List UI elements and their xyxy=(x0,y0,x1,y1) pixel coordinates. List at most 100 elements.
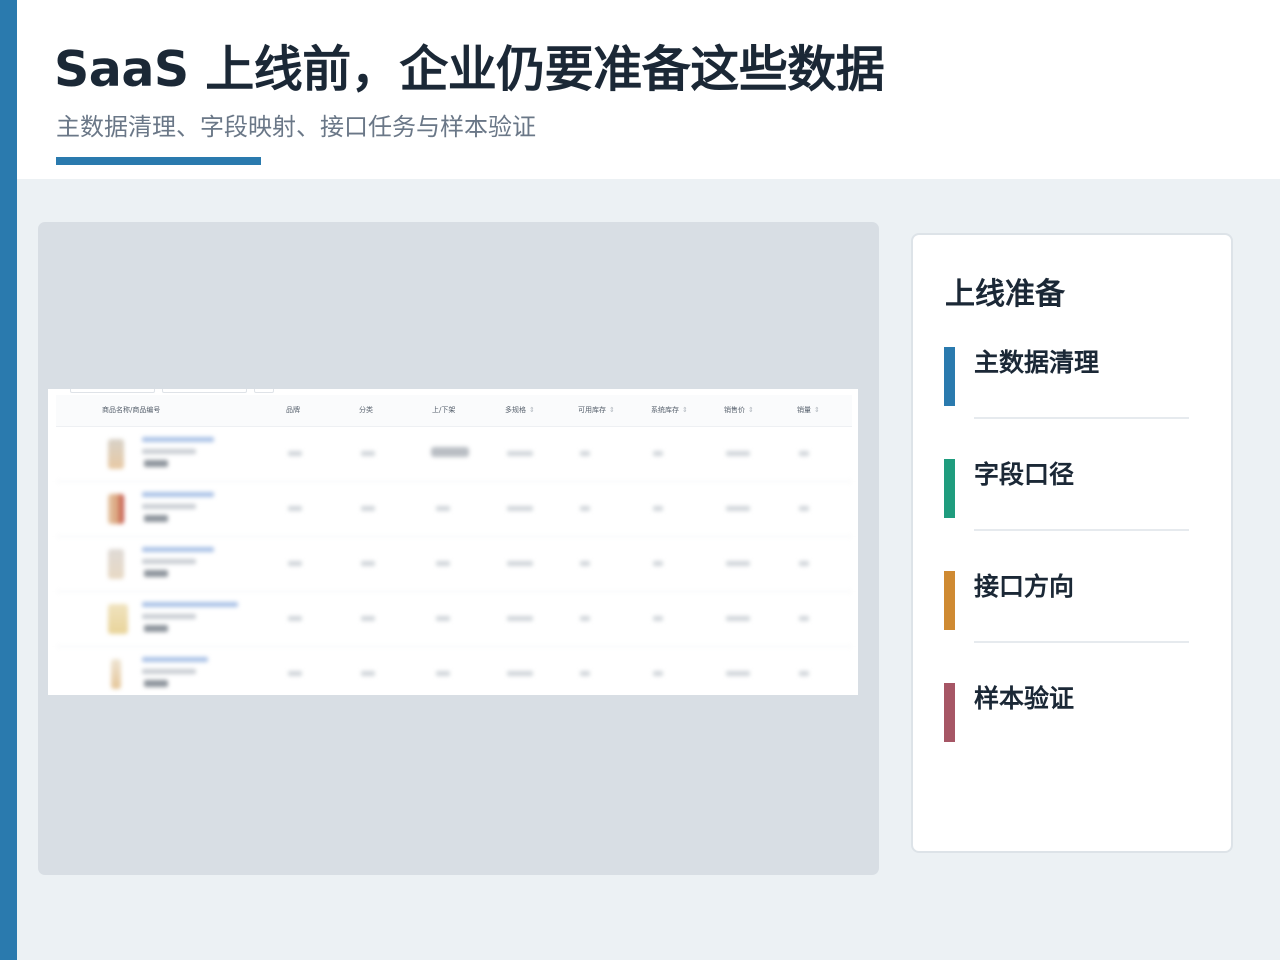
product-tag xyxy=(144,460,168,467)
product-thumbnail xyxy=(108,604,128,634)
item-label: 样本验证 xyxy=(974,684,1075,713)
category-cell xyxy=(361,616,375,621)
spec-cell xyxy=(507,616,533,621)
item-color-bar xyxy=(944,347,955,406)
product-name[interactable] xyxy=(142,492,214,497)
column-header[interactable]: 多规格 ⇕ xyxy=(505,405,535,415)
prep-item-interface-direction: 接口方向 xyxy=(944,571,1204,683)
launch-prep-card: 上线准备 主数据清理 字段口径 接口方向 样本验证 xyxy=(911,233,1233,853)
column-header: 分类 xyxy=(359,406,373,414)
column-header[interactable]: 销量 ⇕ xyxy=(797,405,820,415)
item-color-bar xyxy=(944,571,955,630)
stock-cell xyxy=(580,561,590,566)
stock-cell xyxy=(580,616,590,621)
left-accent-bar xyxy=(0,0,17,960)
category-cell xyxy=(361,671,375,676)
prep-item-field-definition: 字段口径 xyxy=(944,459,1204,571)
item-label: 主数据清理 xyxy=(974,348,1100,377)
product-thumbnail xyxy=(108,439,124,469)
system-stock-cell xyxy=(653,561,663,566)
sort-arrows-icon[interactable]: ⇕ xyxy=(748,406,754,414)
status-cell xyxy=(436,671,450,676)
product-table-screenshot: 商品名称/商品编号 品牌 分类 上/下架 多规格 ⇕ 可用库存 ⇕ 系统库存 ⇕ 销售… xyxy=(48,389,858,695)
item-divider xyxy=(974,417,1189,419)
category-cell xyxy=(361,506,375,511)
column-header[interactable]: 销售价 ⇕ xyxy=(724,405,754,415)
filter-input[interactable] xyxy=(162,389,247,393)
sales-cell xyxy=(799,506,809,511)
spec-cell xyxy=(507,506,533,511)
page-header: SaaS 上线前，企业仍要准备这些数据 主数据清理、字段映射、接口任务与样本验证 xyxy=(17,0,1280,179)
column-header[interactable]: 系统库存 ⇕ xyxy=(651,405,688,415)
item-label: 字段口径 xyxy=(974,460,1075,489)
product-thumbnail xyxy=(108,494,124,524)
product-name[interactable] xyxy=(142,602,238,607)
column-header[interactable]: 可用库存 ⇕ xyxy=(578,405,615,415)
title-underline xyxy=(56,157,261,165)
product-name[interactable] xyxy=(142,657,208,662)
filter-input[interactable] xyxy=(70,389,155,393)
filter-bar xyxy=(70,389,330,393)
product-tag xyxy=(144,680,168,687)
card-title: 上线准备 xyxy=(945,277,1065,312)
brand-cell xyxy=(288,561,302,566)
column-header: 品牌 xyxy=(286,406,300,414)
filter-button[interactable] xyxy=(254,389,274,393)
product-name[interactable] xyxy=(142,437,214,442)
product-code xyxy=(142,614,196,619)
sort-arrows-icon[interactable]: ⇕ xyxy=(609,406,615,414)
sales-cell xyxy=(799,561,809,566)
price-cell xyxy=(726,561,750,566)
sales-cell xyxy=(799,671,809,676)
brand-cell xyxy=(288,506,302,511)
product-tag xyxy=(144,625,168,632)
product-code xyxy=(142,504,196,509)
product-tag xyxy=(144,515,168,522)
spec-cell xyxy=(507,561,533,566)
sales-cell xyxy=(799,616,809,621)
price-cell xyxy=(726,451,750,456)
spec-cell xyxy=(507,671,533,676)
product-thumbnail xyxy=(108,549,124,579)
system-stock-cell xyxy=(653,506,663,511)
table-row[interactable] xyxy=(56,537,852,592)
product-code xyxy=(142,449,196,454)
category-cell xyxy=(361,451,375,456)
spec-cell xyxy=(507,451,533,456)
column-header: 商品名称/商品编号 xyxy=(102,406,161,414)
system-stock-cell xyxy=(653,451,663,456)
item-divider xyxy=(974,529,1189,531)
product-thumbnail xyxy=(111,659,121,689)
table-header: 商品名称/商品编号 品牌 分类 上/下架 多规格 ⇕ 可用库存 ⇕ 系统库存 ⇕ 销售… xyxy=(56,395,852,427)
price-cell xyxy=(726,671,750,676)
brand-cell xyxy=(288,671,302,676)
status-chip[interactable] xyxy=(431,447,469,457)
status-cell xyxy=(436,616,450,621)
price-cell xyxy=(726,506,750,511)
item-label: 接口方向 xyxy=(974,572,1075,601)
item-color-bar xyxy=(944,459,955,518)
product-code xyxy=(142,669,196,674)
column-header: 上/下架 xyxy=(432,406,456,414)
sort-arrows-icon[interactable]: ⇕ xyxy=(682,406,688,414)
stock-cell xyxy=(580,671,590,676)
page-title: SaaS 上线前，企业仍要准备这些数据 xyxy=(54,41,885,98)
system-stock-cell xyxy=(653,671,663,676)
brand-cell xyxy=(288,451,302,456)
table-row[interactable] xyxy=(56,592,852,647)
screenshot-preview-panel: 商品名称/商品编号 品牌 分类 上/下架 多规格 ⇕ 可用库存 ⇕ 系统库存 ⇕ 销售… xyxy=(38,222,879,875)
status-cell xyxy=(436,506,450,511)
item-color-bar xyxy=(944,683,955,742)
table-row[interactable] xyxy=(56,427,852,482)
stock-cell xyxy=(580,506,590,511)
sort-arrows-icon[interactable]: ⇕ xyxy=(814,406,820,414)
product-name[interactable] xyxy=(142,547,214,552)
table-row[interactable] xyxy=(56,482,852,537)
status-cell xyxy=(436,561,450,566)
brand-cell xyxy=(288,616,302,621)
product-code xyxy=(142,559,196,564)
product-tag xyxy=(144,570,168,577)
sort-arrows-icon[interactable]: ⇕ xyxy=(529,406,535,414)
table-row[interactable] xyxy=(56,647,852,695)
stock-cell xyxy=(580,451,590,456)
